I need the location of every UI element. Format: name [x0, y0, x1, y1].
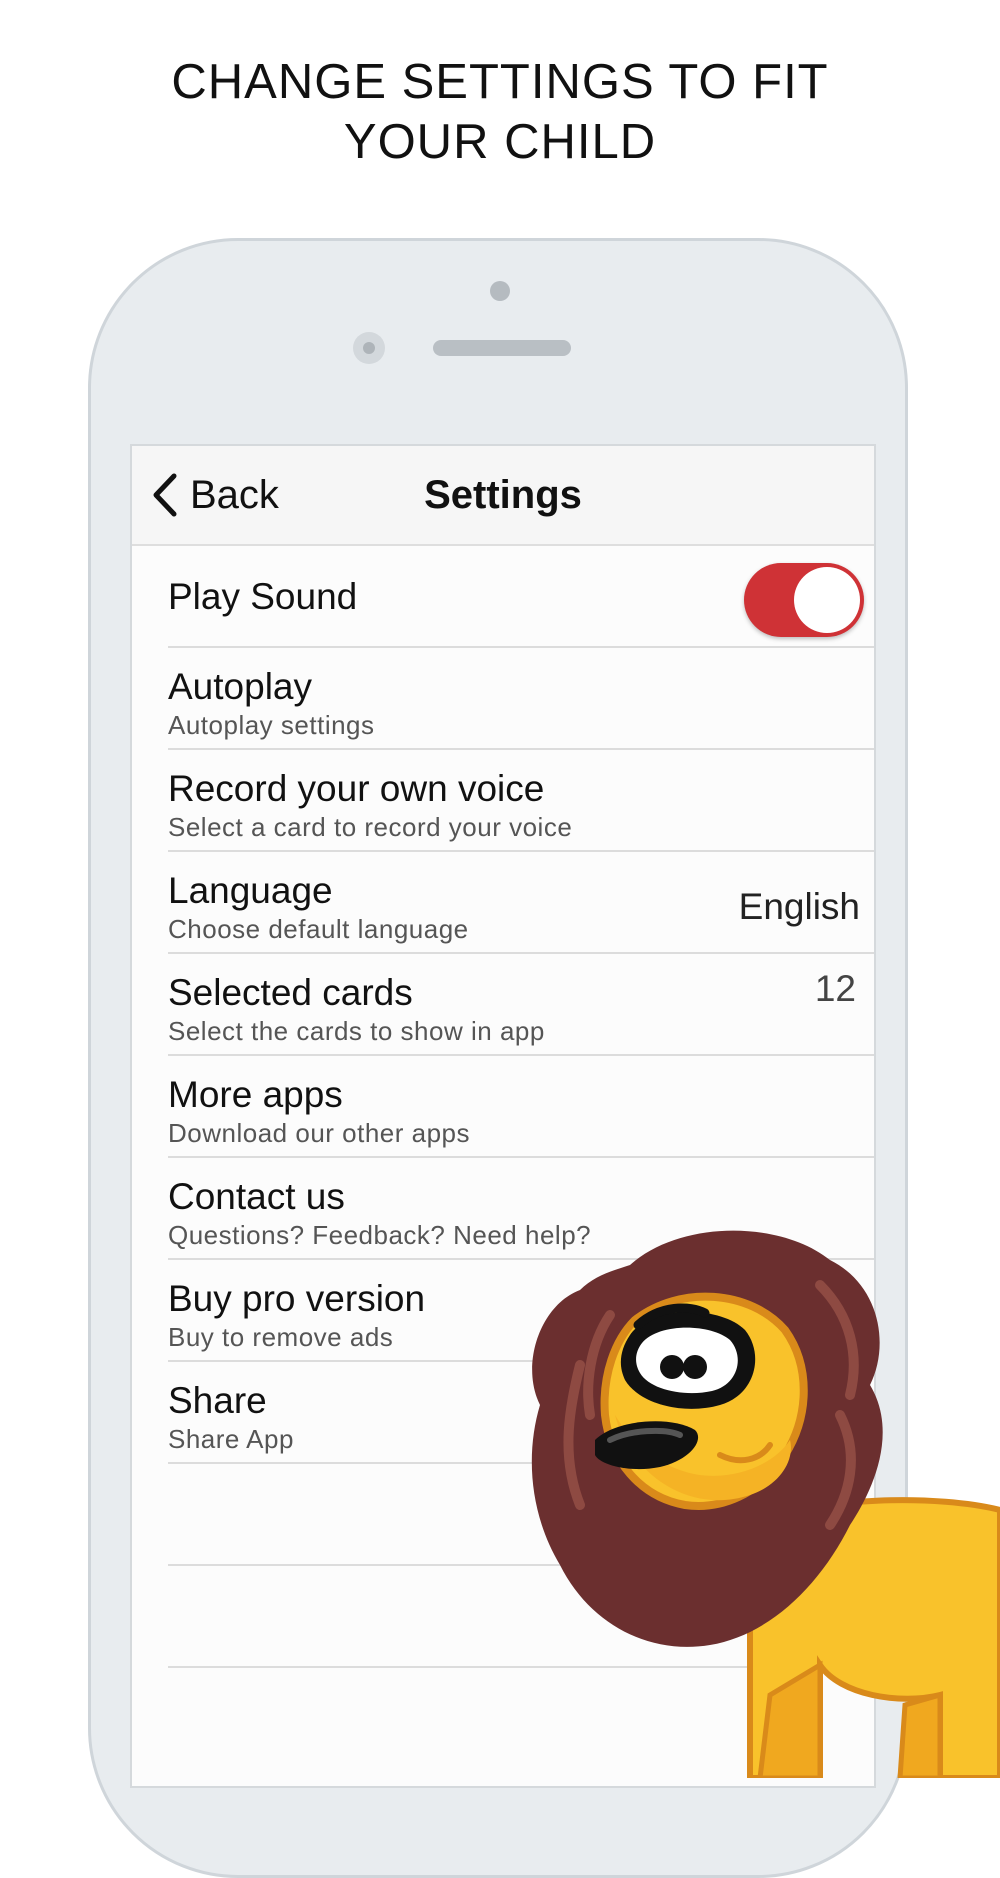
setting-subtitle: Buy to remove ads — [168, 1322, 394, 1352]
setting-selected-cards[interactable]: Selected cards Select the cards to show … — [168, 954, 874, 1056]
selected-cards-count: 12 — [814, 968, 856, 1009]
setting-subtitle: Select the cards to show in app — [168, 1016, 545, 1046]
setting-play-sound[interactable]: Play Sound — [168, 546, 874, 648]
setting-subtitle: Select a card to record your voice — [168, 812, 573, 842]
phone-speaker — [433, 340, 571, 356]
setting-title: Buy pro version — [168, 1278, 426, 1319]
headline-line-1: CHANGE SETTINGS TO FIT — [171, 55, 829, 109]
setting-language[interactable]: Language Choose default language English — [168, 852, 874, 954]
chevron-left-icon — [153, 473, 177, 517]
toggle-knob — [794, 567, 860, 633]
setting-title: Share — [168, 1380, 267, 1421]
back-label: Back — [190, 472, 279, 517]
setting-subtitle: Choose default language — [168, 914, 469, 944]
headline-line-2: YOUR CHILD — [343, 115, 657, 169]
setting-record-voice[interactable]: Record your own voice Select a card to r… — [168, 750, 874, 852]
setting-title: More apps — [168, 1074, 343, 1115]
setting-subtitle: Share App — [168, 1424, 294, 1454]
setting-subtitle: Autoplay settings — [168, 710, 375, 740]
setting-autoplay[interactable]: Autoplay Autoplay settings — [168, 648, 874, 750]
setting-more-apps[interactable]: More apps Download our other apps — [168, 1056, 874, 1158]
setting-title: Language — [168, 870, 333, 911]
setting-title: Selected cards — [168, 972, 413, 1013]
navigation-bar: Back Settings — [132, 446, 874, 546]
setting-title: Contact us — [168, 1176, 345, 1217]
setting-title: Autoplay — [168, 666, 312, 707]
setting-title: Play Sound — [168, 576, 358, 617]
play-sound-toggle[interactable] — [744, 563, 864, 637]
lion-mascot-illustration — [531, 1230, 1000, 1778]
setting-title: Record your own voice — [168, 768, 545, 809]
setting-subtitle: Download our other apps — [168, 1118, 471, 1148]
headline: CHANGE SETTINGS TO FIT YOUR CHILD — [0, 52, 1000, 172]
back-button[interactable]: Back — [150, 466, 279, 524]
phone-sensor — [490, 281, 510, 301]
language-value: English — [738, 886, 860, 927]
phone-front-camera — [353, 332, 385, 364]
